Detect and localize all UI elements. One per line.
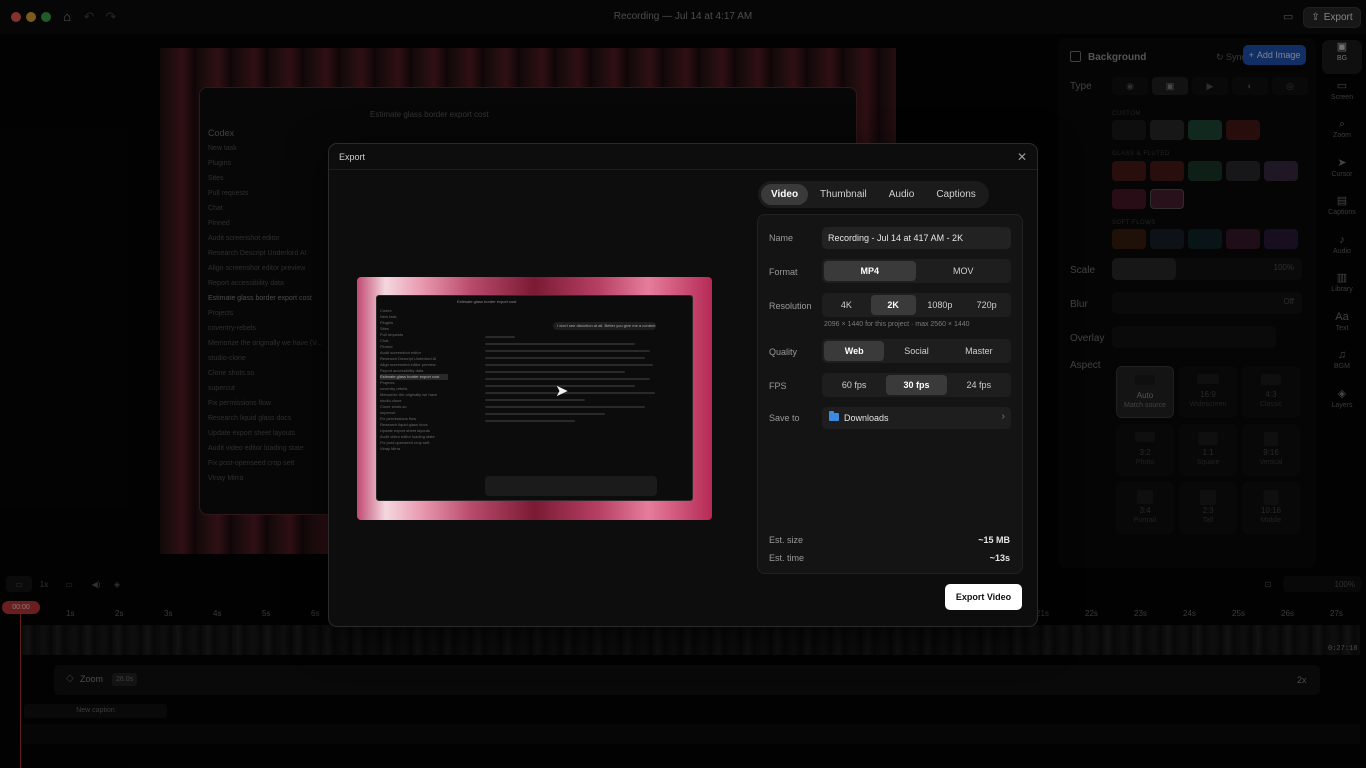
cursor-icon: ➤ (555, 383, 569, 400)
resolution-note: 2096 × 1440 for this project · max 2560 … (824, 321, 970, 328)
export-modal: Export ✕ Estimate glass border export co… (328, 143, 1038, 627)
fps-selector: 60 fps 30 fps 24 fps (822, 373, 1011, 397)
preview-input (485, 476, 657, 496)
est-size-label: Est. size (769, 535, 804, 545)
format-label: Format (769, 267, 798, 277)
preview-window: Estimate glass border export cost Codex N… (376, 295, 693, 501)
name-input[interactable] (822, 227, 1011, 249)
export-video-button[interactable]: Export Video (945, 584, 1022, 610)
export-preview: Estimate glass border export cost Codex N… (357, 277, 712, 520)
preview-window-title: Estimate glass border export cost (457, 299, 517, 304)
export-tabs: Video Thumbnail Audio Captions (758, 181, 989, 208)
export-settings: Name Format MP4 MOV Resolution 4K 2K 108… (757, 214, 1023, 574)
preview-sidebar: Codex New task Plugins Sites Pull requests Ch… (380, 308, 448, 452)
fps-label: FPS (769, 381, 787, 391)
quality-web-option[interactable]: Web (824, 341, 885, 361)
format-mov-option[interactable]: MOV (918, 261, 1010, 281)
quality-social-option[interactable]: Social (886, 341, 946, 361)
tab-captions[interactable]: Captions (926, 184, 985, 205)
save-location-picker[interactable]: Downloads › (822, 407, 1011, 429)
close-icon[interactable]: ✕ (1017, 150, 1027, 164)
quality-selector: Web Social Master (822, 339, 1011, 363)
format-selector: MP4 MOV (822, 259, 1011, 283)
quality-master-option[interactable]: Master (949, 341, 1009, 361)
resolution-720p-option[interactable]: 720p (964, 295, 1009, 315)
resolution-4k-option[interactable]: 4K (824, 295, 869, 315)
resolution-label: Resolution (769, 301, 812, 311)
tab-audio[interactable]: Audio (879, 184, 925, 205)
tab-thumbnail[interactable]: Thumbnail (810, 184, 877, 205)
fps-30-option[interactable]: 30 fps (886, 375, 947, 395)
modal-title: Export (339, 152, 366, 162)
modal-header: Export ✕ (329, 144, 1037, 170)
resolution-2k-option[interactable]: 2K (870, 295, 916, 315)
preview-content (485, 336, 655, 427)
preview-sidebar-item: Vinay Mirra (380, 446, 401, 451)
format-mp4-option[interactable]: MP4 (824, 261, 916, 281)
preview-message-bubble: I don't see distortion at all. Better yo… (553, 322, 656, 330)
folder-icon (829, 411, 839, 421)
resolution-selector: 4K 2K 1080p 720p (822, 293, 1011, 317)
fps-24-option[interactable]: 24 fps (949, 375, 1009, 395)
resolution-1080p-option[interactable]: 1080p (918, 295, 963, 315)
est-time-value: ~13s (989, 553, 1010, 563)
quality-label: Quality (769, 347, 798, 357)
tab-video[interactable]: Video (761, 184, 809, 205)
fps-60-option[interactable]: 60 fps (824, 375, 884, 395)
name-label: Name (769, 233, 794, 243)
save-location-value: Downloads (844, 413, 889, 423)
est-size-value: ~15 MB (978, 535, 1010, 545)
est-time-label: Est. time (769, 553, 805, 563)
save-to-label: Save to (769, 413, 800, 423)
chevron-right-icon: › (1001, 411, 1005, 422)
